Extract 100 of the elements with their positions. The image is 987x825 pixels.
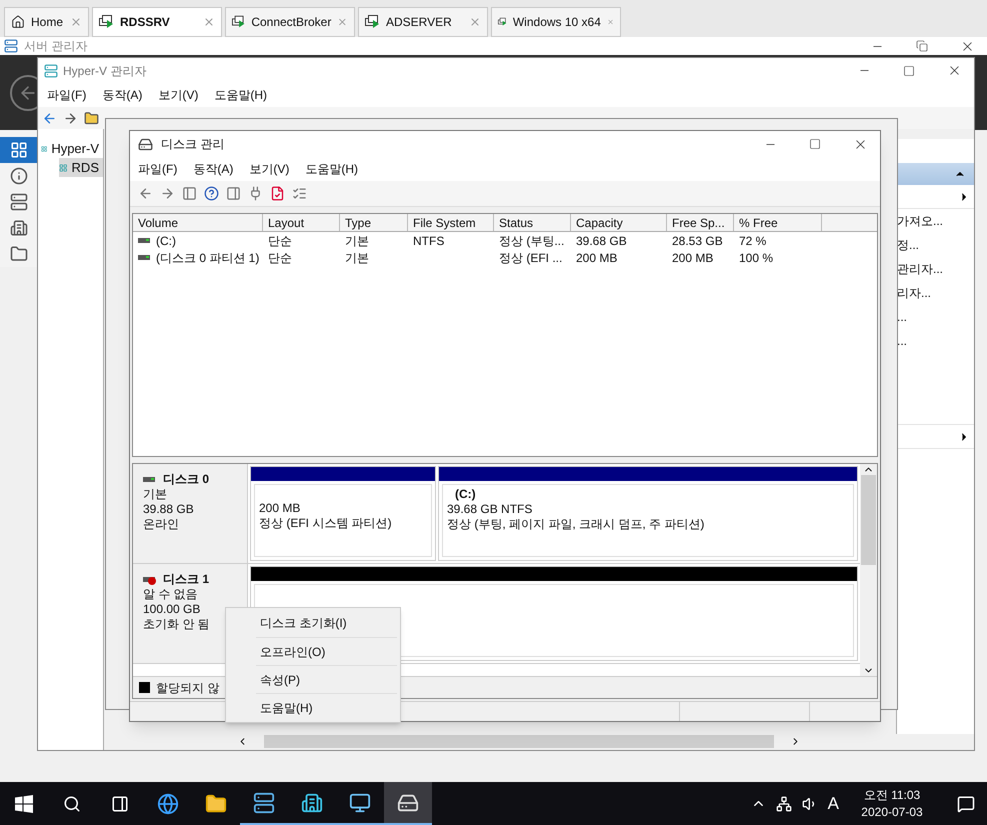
action-item[interactable]: 리자... (897, 284, 932, 302)
table-cell-text: 기본 (345, 232, 369, 250)
table-cell-text: 정상 (EFI ... (499, 250, 562, 266)
menu-item[interactable]: 동작(A) (193, 160, 234, 178)
menu-item[interactable]: 보기(V) (249, 160, 290, 178)
table-cell-text: (디스크 0 파티션 1) (156, 250, 260, 266)
close-tab-icon[interactable] (469, 16, 481, 28)
menu-item[interactable]: 동작(A) (102, 86, 142, 104)
vm-icon (232, 15, 246, 29)
table-cell-text: 100 % (739, 250, 774, 266)
column-header[interactable]: Status (494, 214, 571, 231)
action-item[interactable]: ... (897, 308, 908, 326)
menu-item[interactable]: 도움말(H) (214, 86, 267, 104)
column-header[interactable]: Capacity (571, 214, 667, 231)
column-header[interactable]: File System (408, 214, 494, 231)
partition-size: 200 MB (259, 500, 302, 516)
search-icon[interactable] (63, 794, 81, 812)
close-tab-icon[interactable] (70, 16, 82, 28)
column-header[interactable]: Type (340, 214, 408, 231)
browser-icon[interactable] (157, 792, 179, 814)
tab-label: RDSSRV (120, 14, 171, 31)
notifications-icon[interactable] (957, 794, 975, 812)
table-cell-text: (C:) (156, 232, 176, 250)
disk-info-panel[interactable]: 디스크 0 기본 39.88 GB 온라인 (133, 464, 248, 563)
building-icon (10, 219, 28, 237)
column-header[interactable]: % Free (734, 214, 822, 231)
disk-type: 기본 (143, 487, 168, 502)
taskbar-button[interactable] (384, 782, 432, 825)
server-manager-icon (4, 39, 18, 53)
close-tab-icon[interactable] (337, 16, 348, 28)
menu-item[interactable]: 도움말(H) (305, 160, 358, 178)
table-cell-text: 28.53 GB (672, 232, 723, 250)
maximize-icon[interactable] (809, 138, 821, 150)
checklist-icon[interactable] (270, 186, 285, 201)
vertical-scrollbar[interactable] (860, 464, 877, 676)
vm-tab[interactable]: Home (4, 7, 89, 37)
home-icon (11, 15, 25, 29)
action-item[interactable]: 정... (897, 236, 920, 254)
action-pane-icon[interactable] (226, 186, 241, 201)
partition-block[interactable]: 200 MB 정상 (EFI 시스템 파티션) (250, 466, 436, 561)
folder-up-icon[interactable] (84, 110, 99, 126)
clock[interactable]: 오전 11:03 2020-07-03 (849, 786, 935, 820)
window-title: Hyper-V 관리자 (63, 62, 146, 80)
table-cell-text: 200 MB (576, 250, 618, 266)
tab-label: Windows 10 x64 (512, 14, 601, 31)
nav-button[interactable] (0, 137, 37, 163)
partition-block[interactable]: (C:) 39.68 GB NTFS 정상 (부팅, 페이지 파일, 크래시 덤프, 주 파티션) (438, 466, 858, 561)
back-icon[interactable] (42, 110, 57, 126)
action-item[interactable]: 가져오... (897, 212, 944, 230)
context-menu-item[interactable]: 도움말(H) (256, 693, 397, 721)
tree-item[interactable]: RDS (59, 158, 103, 177)
disk-management-icon (138, 136, 153, 152)
disk-size: 39.88 GB (143, 502, 195, 517)
column-header[interactable]: Layout (263, 214, 340, 231)
partition-status: 정상 (부팅, 페이지 파일, 크래시 덤프, 주 파티션) (447, 517, 706, 532)
disk-type: 알 수 없음 (143, 587, 199, 602)
context-menu-item[interactable]: 오프라인(O) (256, 637, 397, 665)
action-item[interactable]: 관리자... (897, 260, 944, 278)
help-icon[interactable] (204, 186, 219, 201)
vm-tab[interactable]: RDSSRV (92, 7, 222, 37)
connect-icon[interactable] (248, 186, 263, 201)
folder-icon[interactable] (205, 792, 227, 814)
console-tree-icon[interactable] (182, 186, 197, 201)
action-item[interactable]: ... (897, 332, 908, 350)
server-icon[interactable] (253, 792, 275, 814)
properties-icon[interactable] (292, 186, 307, 201)
building-icon[interactable] (301, 792, 323, 814)
clock-date: 2020-07-03 (861, 804, 923, 820)
back-icon[interactable] (138, 186, 153, 201)
folder-icon (10, 245, 28, 263)
vm-tab[interactable]: ConnectBroker (225, 7, 355, 37)
window-title: 디스크 관리 (161, 136, 224, 153)
menu-item[interactable]: 파일(F) (47, 86, 86, 104)
menu-item[interactable]: 파일(F) (138, 160, 178, 178)
table-cell-text: 단순 (268, 232, 292, 250)
input-indicator[interactable]: A (828, 790, 839, 816)
window-title: 서버 관리자 (24, 38, 88, 55)
task-view-icon[interactable] (111, 794, 129, 812)
vm-tab[interactable]: Windows 10 x64 (491, 7, 621, 37)
maximize-icon[interactable] (903, 64, 915, 76)
close-tab-icon[interactable] (203, 16, 215, 28)
restore-icon[interactable] (916, 40, 928, 52)
column-header[interactable]: Free Sp... (667, 214, 734, 231)
context-menu-item[interactable]: 속성(P) (256, 665, 397, 693)
vm-tab[interactable]: ADSERVER (358, 7, 488, 37)
column-header[interactable]: Volume (133, 214, 263, 231)
table-cell-text: 200 MB (672, 250, 714, 266)
table-cell-text: 72 % (739, 232, 766, 250)
menu-item[interactable]: 보기(V) (158, 86, 198, 104)
tree-item[interactable]: Hyper-V (41, 139, 103, 158)
forward-icon[interactable] (63, 110, 78, 126)
tab-label: Home (31, 14, 64, 31)
monitor-icon[interactable] (349, 792, 371, 814)
start-icon[interactable] (15, 794, 33, 812)
partition-size: 39.68 GB NTFS (447, 502, 534, 517)
context-menu-item[interactable]: 디스크 초기화(I) (256, 609, 397, 637)
forward-icon[interactable] (160, 186, 175, 201)
partition-status: 정상 (EFI 시스템 파티션) (259, 516, 393, 531)
table-cell-text: 39.68 GB (576, 232, 627, 250)
disk-size: 100.00 GB (143, 602, 202, 617)
